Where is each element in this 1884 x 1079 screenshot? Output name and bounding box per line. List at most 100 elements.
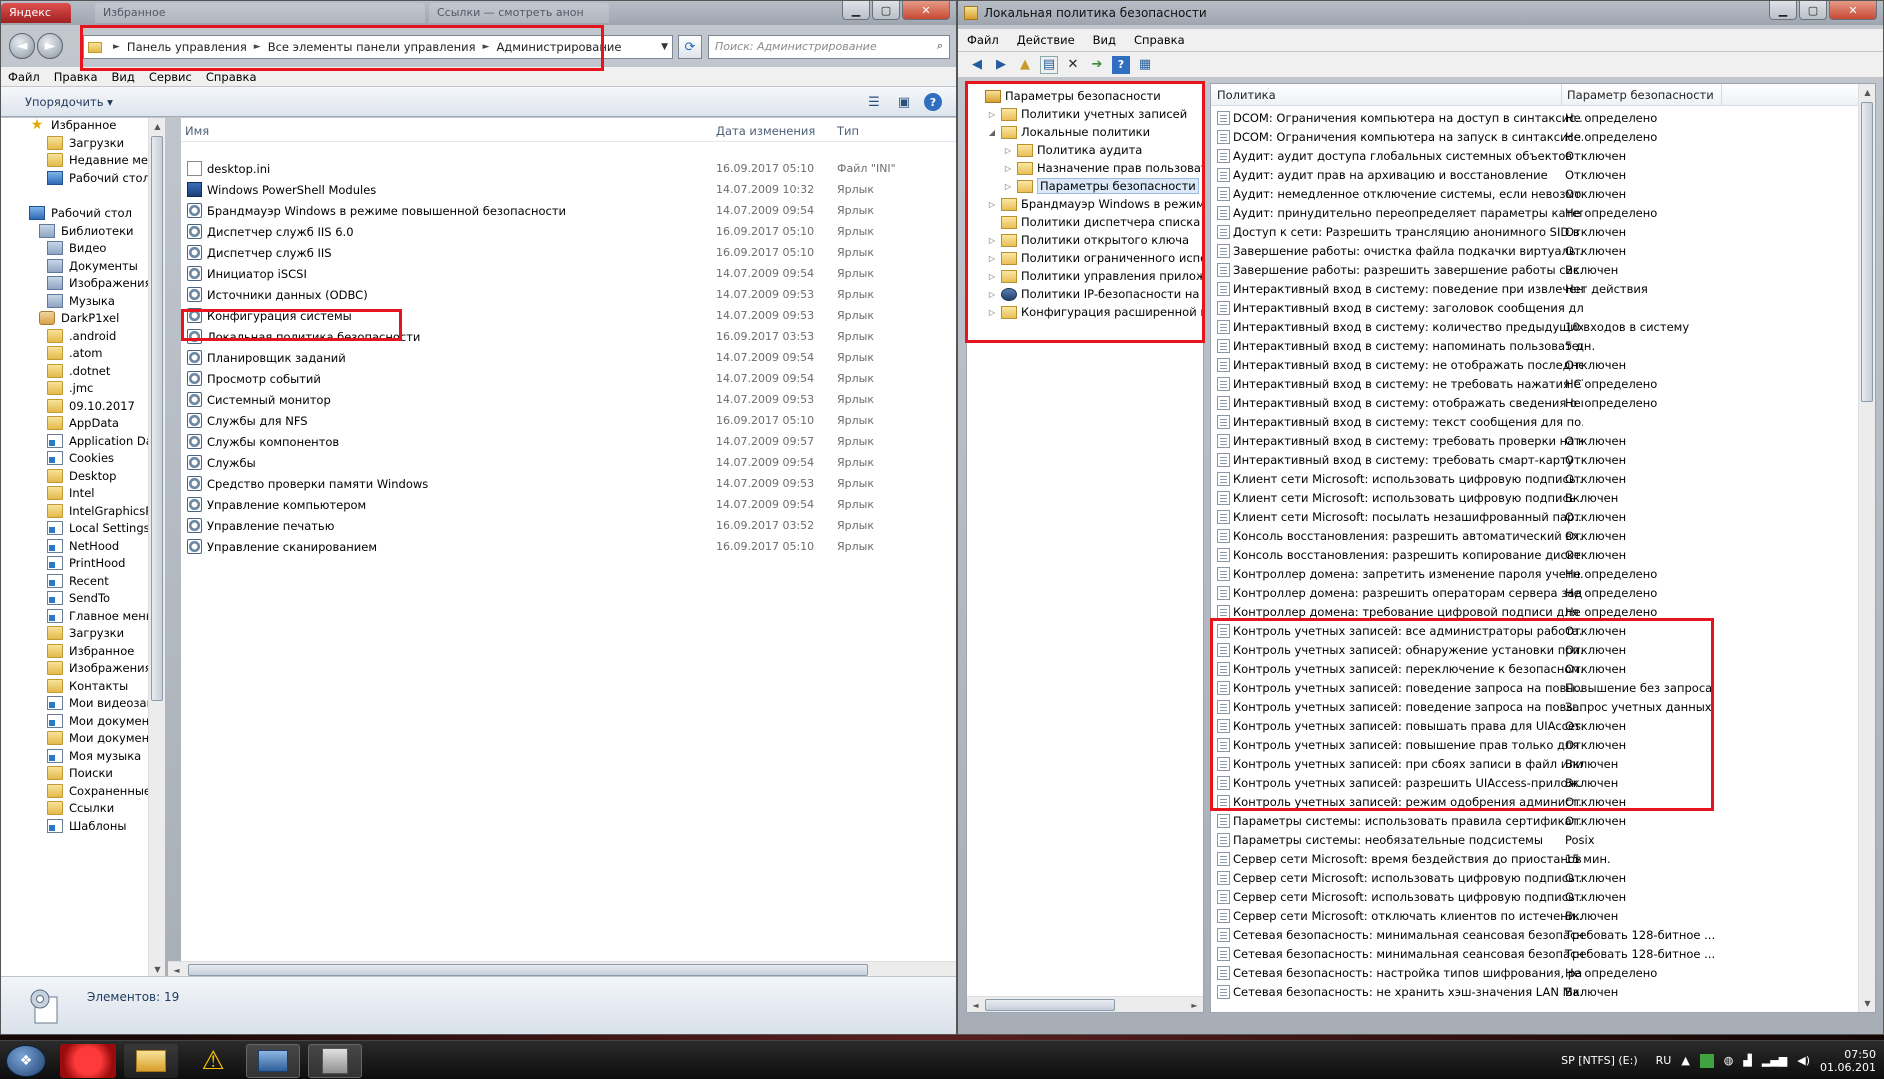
tree-node[interactable]: ▷ Брандмауэр Windows в режиме повышенной … bbox=[987, 195, 1203, 213]
file-row[interactable]: Просмотр событий 14.07.2009 09:54 Ярлык bbox=[181, 368, 956, 389]
forward-button[interactable]: ► bbox=[37, 33, 63, 59]
policy-row[interactable]: Интерактивный вход в систему: заголовок … bbox=[1211, 298, 1861, 317]
policy-row[interactable]: Клиент сети Microsoft: использовать цифр… bbox=[1211, 469, 1861, 488]
tree-hscroll-thumb[interactable] bbox=[985, 999, 1115, 1011]
bg-tab[interactable]: Ссылки — смотреть анон bbox=[429, 3, 609, 23]
policy-row[interactable]: Сетевая безопасность: минимальная сеансо… bbox=[1211, 944, 1861, 963]
column-date[interactable]: Дата изменения bbox=[716, 124, 815, 138]
signal-icon[interactable]: ▂▄▆ bbox=[1762, 1054, 1787, 1067]
file-row[interactable]: Управление компьютером 14.07.2009 09:54 Яр… bbox=[181, 494, 956, 515]
policy-row[interactable]: Интерактивный вход в систему: не требова… bbox=[1211, 374, 1861, 393]
menu-tools[interactable]: Сервис bbox=[142, 70, 199, 84]
bg-tab[interactable]: Избранное bbox=[95, 3, 425, 23]
policy-row[interactable]: Аудит: немедленное отключение системы, е… bbox=[1211, 184, 1861, 203]
file-row[interactable]: Брандмауэр Windows в режиме повышенной б… bbox=[181, 200, 956, 221]
policy-row[interactable]: Интерактивный вход в систему: не отображ… bbox=[1211, 355, 1861, 374]
tree-node[interactable]: ▷ Параметры безопасности bbox=[1003, 177, 1199, 195]
nav-scrollbar[interactable]: ▲ ▼ bbox=[148, 118, 165, 978]
nav-scroll-thumb[interactable] bbox=[151, 136, 163, 701]
refresh-button[interactable]: ⟳ bbox=[678, 35, 702, 59]
file-row[interactable]: Инициатор iSCSI 14.07.2009 09:54 Ярлык bbox=[181, 263, 956, 284]
file-row[interactable]: Планировщик заданий 14.07.2009 09:54 Ярлык bbox=[181, 347, 956, 368]
column-divider[interactable] bbox=[1721, 84, 1722, 106]
column-setting[interactable]: Параметр безопасности bbox=[1567, 88, 1714, 102]
policy-row[interactable]: Клиент сети Microsoft: посылать незашифр… bbox=[1211, 507, 1861, 526]
file-row[interactable]: Службы 14.07.2009 09:54 Ярлык bbox=[181, 452, 956, 473]
policy-row[interactable]: Контроль учетных записей: повышение прав… bbox=[1211, 735, 1861, 754]
column-divider[interactable] bbox=[1561, 84, 1562, 106]
expand-arrow-icon[interactable]: ▷ bbox=[1003, 182, 1013, 191]
policy-row[interactable]: Клиент сети Microsoft: использовать цифр… bbox=[1211, 488, 1861, 507]
file-row[interactable]: Диспетчер служб IIS 16.09.2017 05:10 Ярлык bbox=[181, 242, 956, 263]
chevron-right-icon[interactable]: ► bbox=[483, 42, 490, 52]
policy-row[interactable]: Контроль учетных записей: разрешить UIAc… bbox=[1211, 773, 1861, 792]
drive-label[interactable]: SP [NTFS] (E:) bbox=[1561, 1054, 1638, 1067]
delete-icon[interactable]: ✕ bbox=[1064, 56, 1082, 74]
policy-row[interactable]: Аудит: аудит доступа глобальных системны… bbox=[1211, 146, 1861, 165]
expand-arrow-icon[interactable]: ◢ bbox=[987, 128, 997, 137]
globe-icon[interactable]: ◍ bbox=[1724, 1054, 1734, 1067]
policy-row[interactable]: Интерактивный вход в систему: количество… bbox=[1211, 317, 1861, 336]
view-mode-icon[interactable]: ☰ bbox=[864, 93, 884, 111]
organize-button[interactable]: Упорядочить ▾ bbox=[25, 95, 113, 109]
show-tree-icon[interactable]: ▤ bbox=[1040, 55, 1058, 74]
search-input[interactable]: Поиск: Администрирование ⌕ bbox=[708, 35, 950, 59]
scroll-up-icon[interactable]: ▲ bbox=[1859, 84, 1875, 101]
breadcrumb-control-panel[interactable]: Панель управления bbox=[127, 40, 247, 54]
address-bar[interactable]: ► Панель управления ► Все элементы панел… bbox=[83, 35, 673, 59]
remote-desktop-icon[interactable] bbox=[246, 1044, 300, 1078]
preview-pane-icon[interactable]: ▣ bbox=[894, 93, 914, 111]
policy-row[interactable]: Интерактивный вход в систему: напоминать… bbox=[1211, 336, 1861, 355]
policy-row[interactable]: Интерактивный вход в систему: отображать… bbox=[1211, 393, 1861, 412]
explorer-titlebar[interactable]: Яндекс Избранное Ссылки — смотреть анон … bbox=[1, 1, 956, 25]
maximize-button[interactable]: ▢ bbox=[872, 1, 900, 20]
policy-row[interactable]: Доступ к сети: Разрешить трансляцию анон… bbox=[1211, 222, 1861, 241]
green-app-icon[interactable] bbox=[1699, 1053, 1714, 1068]
minimize-button[interactable]: ▁ bbox=[842, 1, 870, 20]
file-row[interactable]: Источники данных (ODBC) 14.07.2009 09:53 Я… bbox=[181, 284, 956, 305]
policy-row[interactable]: Контроль учетных записей: при сбоях запи… bbox=[1211, 754, 1861, 773]
close-button[interactable]: ✕ bbox=[902, 1, 950, 20]
column-type[interactable]: Тип bbox=[837, 124, 859, 138]
expand-arrow-icon[interactable]: ▷ bbox=[987, 254, 997, 263]
help-icon[interactable]: ? bbox=[924, 93, 942, 111]
tree-node[interactable]: Политики диспетчера списка сетей bbox=[987, 213, 1203, 231]
policy-row[interactable]: Контроль учетных записей: переключение к… bbox=[1211, 659, 1861, 678]
policy-row[interactable]: Контроллер домена: требование цифровой п… bbox=[1211, 602, 1861, 621]
policy-row[interactable]: Консоль восстановления: разрешить копиро… bbox=[1211, 545, 1861, 564]
menu-edit[interactable]: Правка bbox=[47, 70, 105, 84]
policy-row[interactable]: Сервер сети Microsoft: отключать клиенто… bbox=[1211, 906, 1861, 925]
menu-view[interactable]: Вид bbox=[105, 70, 142, 84]
up-folder-icon[interactable]: ▲ bbox=[1016, 56, 1034, 74]
opera-icon[interactable] bbox=[60, 1044, 116, 1078]
policy-row[interactable]: Контроль учетных записей: обнаружение ус… bbox=[1211, 640, 1861, 659]
policy-row[interactable]: DCOM: Ограничения компьютера на доступ в… bbox=[1211, 108, 1861, 127]
file-row[interactable]: Средство проверки памяти Windows 14.07.20… bbox=[181, 473, 956, 494]
scroll-up-icon[interactable]: ▲ bbox=[149, 118, 166, 135]
explorer-icon[interactable] bbox=[124, 1044, 178, 1078]
menu-file[interactable]: Файл bbox=[958, 33, 1008, 47]
policy-row[interactable]: Контроль учетных записей: поведение запр… bbox=[1211, 678, 1861, 697]
close-button[interactable]: ✕ bbox=[1829, 1, 1877, 20]
policy-row[interactable]: Контроль учетных записей: все администра… bbox=[1211, 621, 1861, 640]
policy-row[interactable]: Аудит: принудительно переопределяет пара… bbox=[1211, 203, 1861, 222]
policy-row[interactable]: Контроль учетных записей: повышать права… bbox=[1211, 716, 1861, 735]
properties-icon[interactable]: ▦ bbox=[1136, 56, 1154, 74]
expand-arrow-icon[interactable]: ▷ bbox=[1003, 146, 1013, 155]
menu-help[interactable]: Справка bbox=[199, 70, 264, 84]
policy-row[interactable]: Сетевая безопасность: настройка типов ши… bbox=[1211, 963, 1861, 982]
nav-item[interactable]: Шаблоны bbox=[47, 816, 126, 836]
export-icon[interactable]: ➔ bbox=[1088, 56, 1106, 74]
policy-row[interactable]: Интерактивный вход в систему: поведение … bbox=[1211, 279, 1861, 298]
search-icon[interactable]: ⌕ bbox=[937, 39, 943, 53]
file-row[interactable]: Управление печатью 16.09.2017 03:52 Ярлык bbox=[181, 515, 956, 536]
tree-node[interactable]: ▷ Политики открытого ключа bbox=[987, 231, 1189, 249]
scroll-left-icon[interactable]: ◄ bbox=[967, 997, 984, 1012]
breadcrumb-all-items[interactable]: Все элементы панели управления bbox=[268, 40, 476, 54]
menu-help[interactable]: Справка bbox=[1125, 33, 1194, 47]
policy-row[interactable]: Завершение работы: разрешить завершение … bbox=[1211, 260, 1861, 279]
policy-row[interactable]: Сетевая безопасность: минимальная сеансо… bbox=[1211, 925, 1861, 944]
policy-row[interactable]: Контроль учетных записей: режим одобрени… bbox=[1211, 792, 1861, 811]
policy-row[interactable]: Контроллер домена: разрешить операторам … bbox=[1211, 583, 1861, 602]
file-row[interactable]: Системный монитор 14.07.2009 09:53 Ярлык bbox=[181, 389, 956, 410]
